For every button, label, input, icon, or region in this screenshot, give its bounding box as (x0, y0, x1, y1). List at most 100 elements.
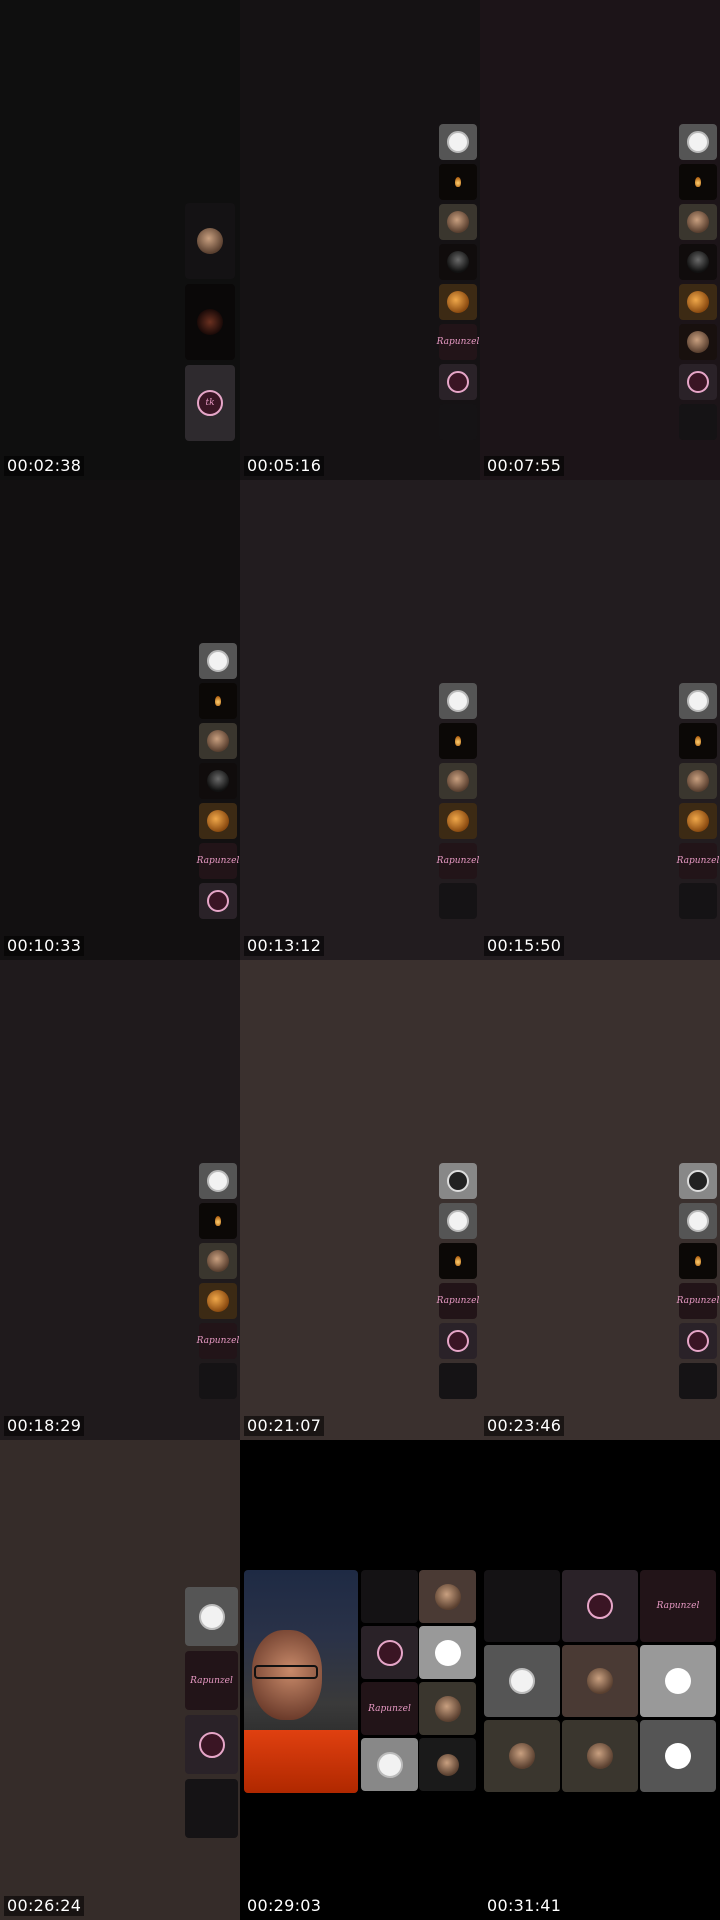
rapunzel-logo-text: Rapunzel (656, 1601, 700, 1611)
participant-tile[interactable] (679, 204, 717, 240)
participant-tile[interactable] (439, 364, 477, 400)
participant-tile[interactable] (562, 1570, 638, 1642)
participant-tile[interactable] (679, 683, 717, 719)
participant-tile[interactable] (484, 1570, 560, 1642)
tk-logo-icon: tk (197, 390, 223, 416)
participant-tile[interactable] (199, 883, 237, 919)
participant-avatar (447, 291, 469, 313)
participant-tile[interactable] (679, 1363, 717, 1399)
participant-tile[interactable] (185, 203, 235, 279)
participant-tile[interactable] (439, 723, 477, 759)
participant-tile[interactable] (679, 364, 717, 400)
participant-tile[interactable] (439, 763, 477, 799)
participant-tile[interactable] (439, 204, 477, 240)
participant-tile[interactable] (419, 1738, 476, 1791)
rapunzel-logo-text: Rapunzel (436, 1296, 480, 1306)
participant-tile[interactable] (199, 643, 237, 679)
participant-tile[interactable] (679, 883, 717, 919)
carpentry-logo-icon (665, 1668, 691, 1694)
participant-tile[interactable] (484, 1720, 560, 1792)
participant-tile[interactable] (439, 1363, 477, 1399)
participant-tile[interactable] (679, 404, 717, 440)
main-speaker-video[interactable] (244, 1570, 358, 1793)
video-frame-6: Rapunzel 00:15:50 (480, 480, 720, 960)
participant-tile[interactable] (439, 284, 477, 320)
participant-tile[interactable] (679, 124, 717, 160)
timestamp: 00:29:03 (244, 1896, 325, 1916)
org-logo-icon (687, 690, 709, 712)
participant-tile[interactable] (439, 244, 477, 280)
participant-tile[interactable] (199, 723, 237, 759)
participant-tile[interactable] (185, 1715, 238, 1774)
participant-tile[interactable] (679, 324, 717, 360)
participant-tile[interactable] (679, 803, 717, 839)
participant-tile[interactable] (199, 1163, 237, 1199)
participant-tile[interactable] (439, 1243, 477, 1279)
participant-tile[interactable] (679, 1243, 717, 1279)
participant-tile[interactable] (185, 284, 235, 360)
participant-tile[interactable]: tk (185, 365, 235, 441)
participant-tile[interactable] (439, 883, 477, 919)
carpentry-logo-icon (447, 1170, 469, 1192)
participant-tile[interactable] (679, 164, 717, 200)
participant-tile[interactable]: Rapunzel (197, 1323, 239, 1359)
participant-strip: Rapunzel (437, 124, 479, 440)
participant-tile[interactable] (562, 1720, 638, 1792)
participant-avatar (447, 251, 469, 273)
participant-tile[interactable] (199, 803, 237, 839)
participant-tile[interactable]: Rapunzel (437, 324, 479, 360)
org-logo-icon (447, 690, 469, 712)
participant-tile[interactable] (679, 1323, 717, 1359)
participant-tile[interactable] (361, 1570, 418, 1623)
participant-tile[interactable] (439, 683, 477, 719)
participant-tile[interactable] (199, 1363, 237, 1399)
participant-tile[interactable] (199, 1203, 237, 1239)
participant-tile[interactable] (679, 723, 717, 759)
participant-tile[interactable] (199, 1243, 237, 1279)
participant-tile[interactable] (640, 1720, 716, 1792)
participant-tile[interactable] (640, 1645, 716, 1717)
participant-tile[interactable] (361, 1626, 418, 1679)
participant-tile[interactable]: Rapunzel (436, 1283, 480, 1319)
participant-tile[interactable] (419, 1570, 476, 1623)
participant-avatar (447, 211, 469, 233)
participant-tile[interactable]: Rapunzel (437, 843, 479, 879)
participant-tile[interactable] (439, 1323, 477, 1359)
participant-tile[interactable] (679, 244, 717, 280)
participant-tile[interactable] (439, 1203, 477, 1239)
rapunzel-logo-text: Rapunzel (676, 1296, 720, 1306)
tk-logo-icon (376, 1639, 403, 1666)
participant-tile[interactable] (199, 683, 237, 719)
participant-tile[interactable] (439, 164, 477, 200)
participant-avatar (447, 770, 469, 792)
participant-tile[interactable] (439, 803, 477, 839)
participant-tile[interactable]: Rapunzel (185, 1651, 238, 1710)
participant-tile[interactable]: Rapunzel (677, 843, 719, 879)
participant-tile[interactable] (679, 763, 717, 799)
participant-tile[interactable] (439, 1163, 477, 1199)
video-frame-12: Rapunzel 00:31:41 (480, 1440, 720, 1920)
participant-tile[interactable] (199, 1283, 237, 1319)
participant-tile[interactable] (419, 1682, 476, 1735)
candle-icon (455, 177, 461, 187)
participant-tile[interactable] (361, 1738, 418, 1791)
participant-avatar (687, 211, 709, 233)
participant-tile[interactable] (199, 763, 237, 799)
timestamp: 00:15:50 (484, 936, 565, 956)
participant-tile[interactable] (185, 1587, 238, 1646)
participant-tile[interactable]: Rapunzel (640, 1570, 716, 1642)
participant-strip: Rapunzel (436, 1163, 480, 1399)
participant-tile[interactable] (679, 1203, 717, 1239)
participant-tile[interactable] (185, 1779, 238, 1838)
participant-tile[interactable]: Rapunzel (197, 843, 239, 879)
participant-tile[interactable] (562, 1645, 638, 1717)
participant-tile[interactable] (419, 1626, 476, 1679)
participant-tile[interactable] (439, 404, 477, 440)
participant-tile[interactable] (439, 124, 477, 160)
participant-tile[interactable] (484, 1645, 560, 1717)
participant-tile[interactable]: Rapunzel (361, 1682, 418, 1735)
participant-tile[interactable] (679, 284, 717, 320)
participant-tile[interactable]: Rapunzel (676, 1283, 720, 1319)
participant-tile[interactable] (679, 1163, 717, 1199)
timestamp: 00:23:46 (484, 1416, 565, 1436)
